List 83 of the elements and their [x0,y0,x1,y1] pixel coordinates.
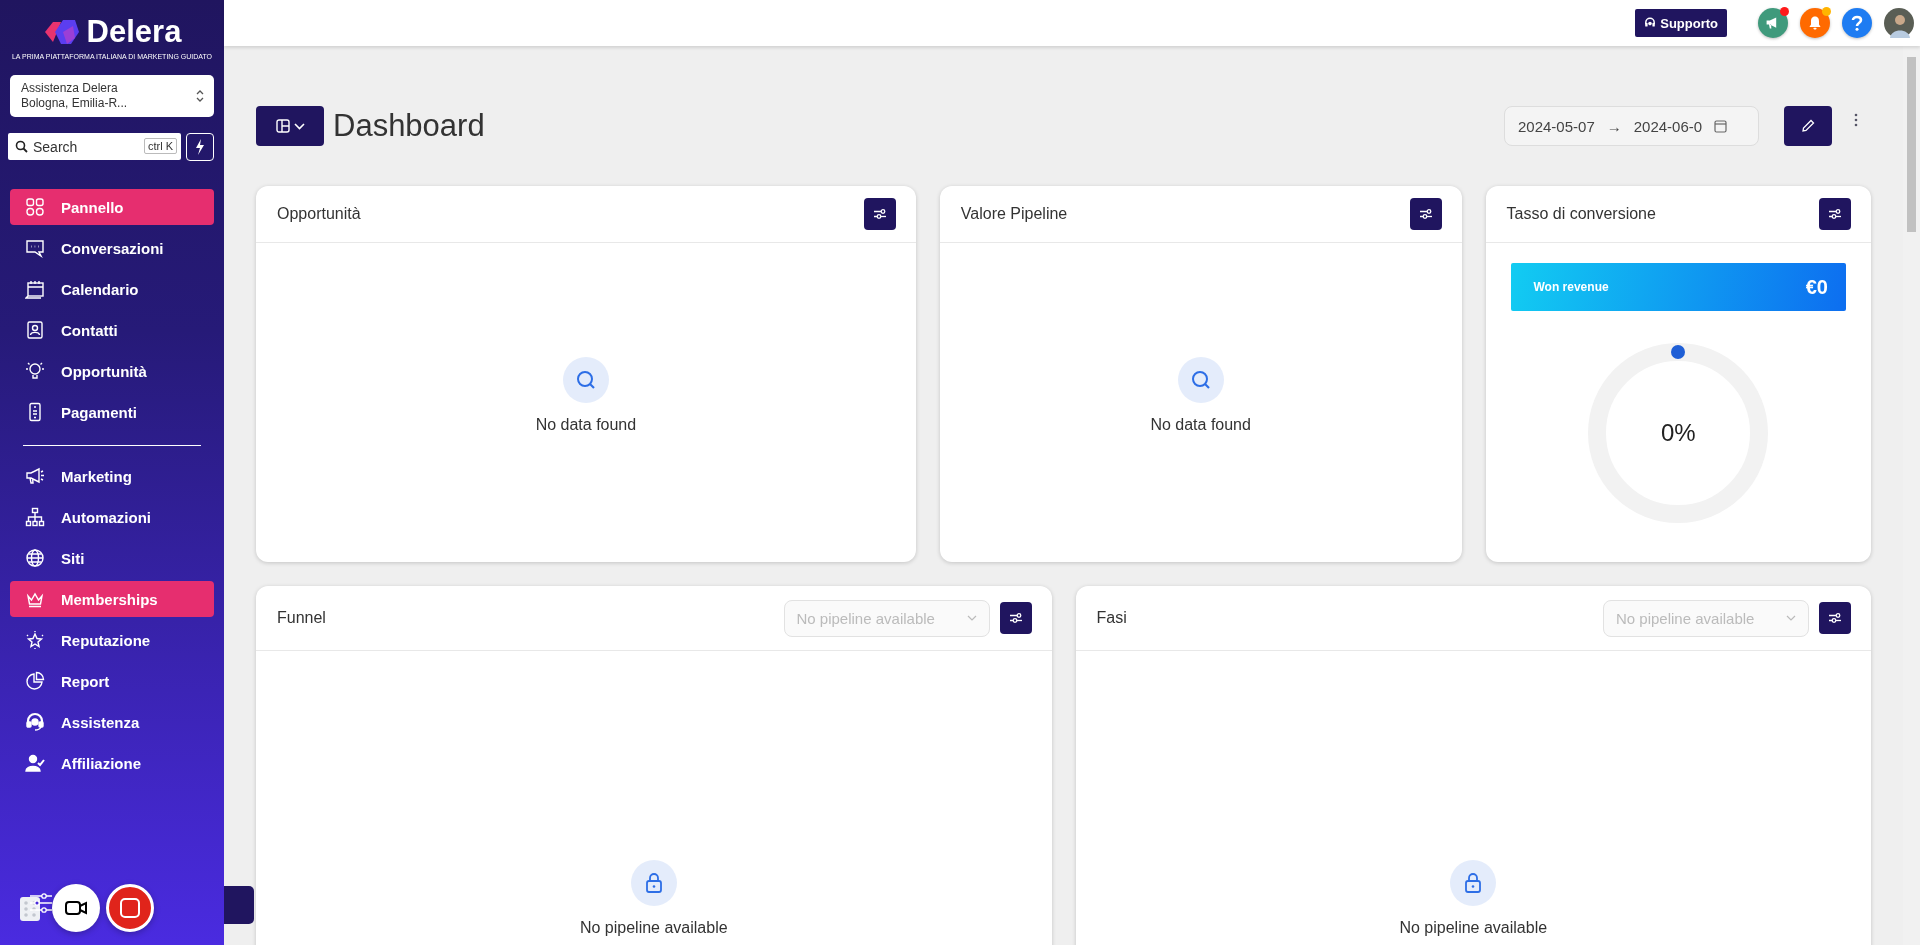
bell-icon [1807,15,1823,31]
nav-item[interactable]: Assistenza [10,704,214,740]
headset-icon [1644,17,1657,29]
filter-icon [1828,208,1842,220]
chevron-down-icon [966,615,977,621]
filter-button[interactable] [1409,198,1442,230]
nav-item[interactable]: Marketing [10,458,214,494]
search-icon [1177,357,1224,403]
widget-title: Opportunità [277,205,362,223]
filter-button[interactable] [863,198,896,230]
nav-item[interactable]: Memberships [10,581,214,617]
widget-title: Funnel [277,609,327,627]
stop-icon [120,898,140,918]
grid-icon [25,197,45,217]
revenue-value: €0 [1805,275,1828,299]
empty-message: No pipeline available [579,919,728,937]
filter-icon [1828,612,1842,624]
filter-icon [1008,612,1023,624]
announcements-button[interactable] [1758,8,1788,38]
pencil-icon [1801,119,1815,133]
chat-icon [25,238,45,258]
headset-icon [25,712,45,732]
empty-message: No pipeline available [1399,919,1548,937]
nav-item[interactable]: Opportunità [10,353,214,389]
calendar-icon [25,279,45,299]
help-icon [1850,15,1864,31]
star-icon [25,630,45,650]
bulb-icon [25,361,45,381]
filter-button[interactable] [1819,602,1851,634]
nav-item[interactable]: Conversazioni [10,230,214,266]
contact-icon [25,320,45,340]
empty-message: No data found [1150,416,1251,434]
lock-icon [630,860,677,906]
notifications-button[interactable] [1800,8,1830,38]
nav-item[interactable]: Report [10,663,214,699]
revenue-label: Won revenue [1533,280,1609,294]
avatar[interactable] [1884,8,1914,38]
nav-item[interactable]: Siti [10,540,214,576]
nav-item[interactable]: Pannello [10,189,214,225]
page-title: Dashboard [333,108,485,144]
chevron-down-icon [1786,615,1796,621]
widget-title: Fasi [1096,609,1128,627]
lightning-icon [195,139,205,155]
help-button[interactable] [1842,8,1872,38]
video-record-button[interactable] [52,884,100,932]
layout-switch-button[interactable] [256,106,324,146]
account-switcher[interactable]: Assistenza Delera Bologna, Emilia-R... [10,75,214,117]
filter-button[interactable] [999,602,1032,634]
nav-item[interactable]: Pagamenti [10,394,214,430]
nav-item[interactable]: Contatti [10,312,214,348]
gauge-reading: 0% [1660,419,1696,447]
more-icon[interactable] [1854,113,1858,127]
empty-message: No data found [535,416,637,434]
chevron-updown-icon [196,89,204,103]
date-range-picker[interactable]: 2024-05-07 → 2024-06-0 [1504,106,1759,146]
widget-title: Valore Pipeline [960,205,1069,223]
chevron-down-icon [293,122,305,130]
stop-button[interactable] [106,884,154,932]
megaphone-icon [25,466,45,486]
nav-item[interactable]: Reputazione [10,622,214,658]
search-icon [562,357,609,403]
nav-item[interactable]: Affiliazione [10,745,214,781]
globe-icon [25,548,45,568]
brand-name: Delera [86,14,182,50]
filter-button[interactable] [1819,198,1851,230]
filter-icon [1418,208,1433,220]
shortcut-hint: ctrl K [143,138,177,154]
widget-title: Tasso di conversione [1506,205,1657,223]
quick-action-button[interactable] [186,133,214,161]
edit-button[interactable] [1784,106,1832,146]
pie-icon [25,671,45,691]
layout-icon [275,119,290,133]
sliders-icon [30,893,52,913]
support-button[interactable]: Supporto [1635,9,1727,37]
search-icon [15,140,28,153]
calendar-icon [1714,119,1728,133]
network-icon [25,507,45,527]
filter-icon [872,208,887,220]
lock-icon [1450,860,1497,906]
nav-item[interactable]: Automazioni [10,499,214,535]
user-check-icon [25,753,45,773]
nav-item[interactable]: Calendario [10,271,214,307]
video-camera-icon [65,900,87,916]
